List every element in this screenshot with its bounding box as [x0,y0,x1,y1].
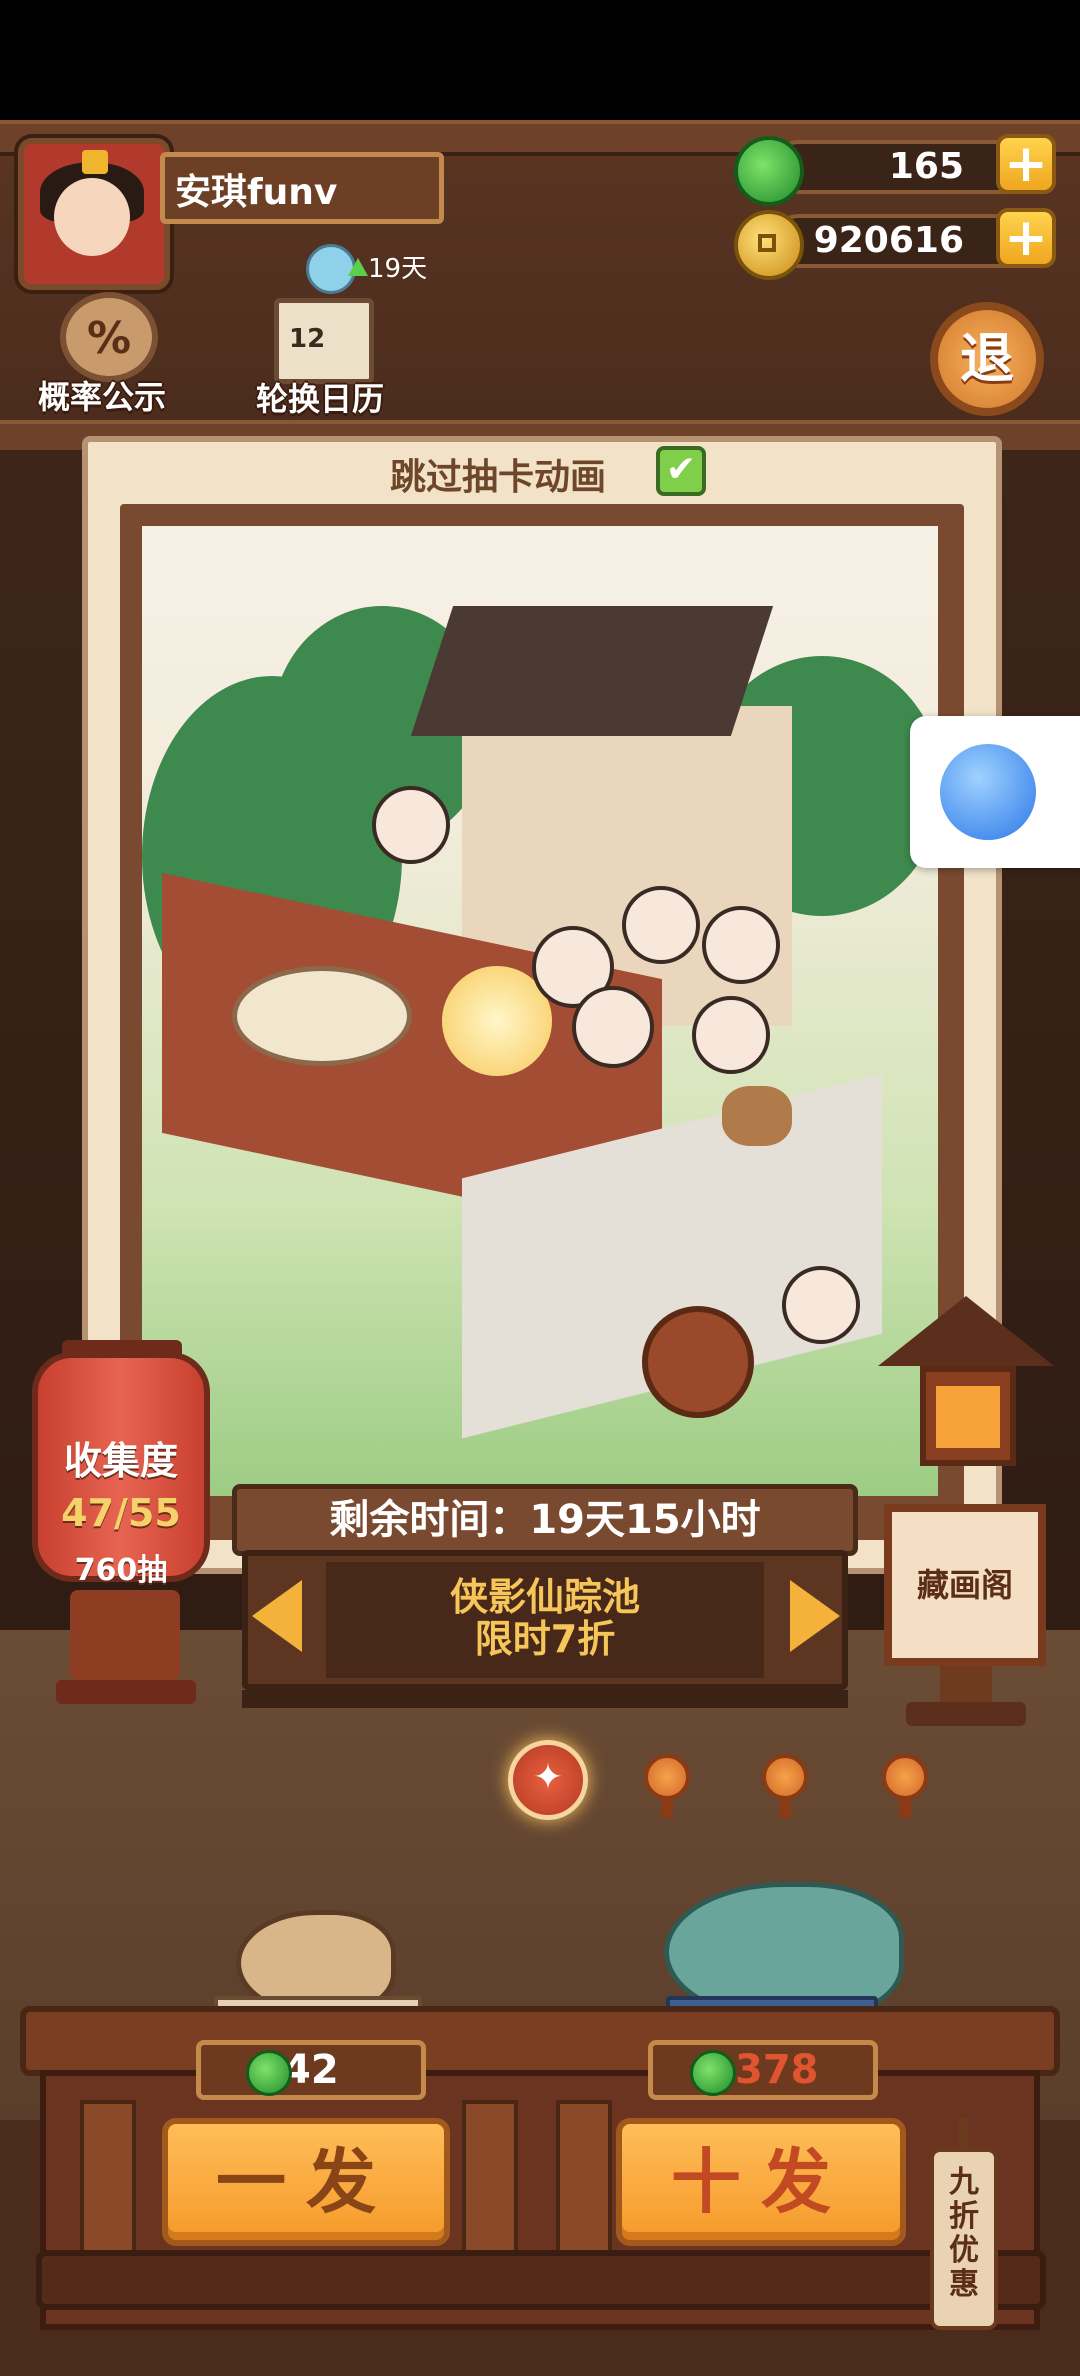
pool-title: 侠影仙踪池 [449,1575,640,1619]
collection-lantern[interactable]: 收集度 47/55 760抽 [32,1352,210,1588]
player-name: 安琪funv [160,152,444,224]
ten-draw-button[interactable]: 十发 [616,2118,906,2246]
lantern-foot [56,1680,196,1704]
exit-button[interactable]: 退 [930,302,1044,416]
indicator-tassel [899,1796,911,1818]
gold-coin-icon [734,210,804,280]
indicator-tassel [661,1796,673,1818]
player-avatar[interactable] [18,138,170,290]
single-draw-button[interactable]: 一发 [162,2118,450,2246]
pavilion-foot [906,1702,1026,1726]
dog-illustration [722,1086,792,1146]
roof-illustration [410,606,774,736]
add-gems-button[interactable]: + [996,134,1056,194]
probability-icon[interactable]: % [60,292,158,382]
pool-name: 侠影仙踪池 限时7折 [326,1562,764,1660]
pull-count: 760抽 [74,1553,168,1588]
page-indicator[interactable] [762,1754,808,1800]
banner-rail [242,1690,848,1708]
counter-base [36,2250,1046,2310]
jade-gem-icon [246,2050,292,2096]
character-illustration [692,996,770,1074]
ten-draw-cost: 378 [648,2040,878,2100]
character-illustration [702,906,780,984]
discount-tag: 九折优惠 [930,2148,998,2330]
page-indicator[interactable] [644,1754,690,1800]
drum-illustration [642,1306,754,1418]
indicator-tassel [779,1796,791,1818]
skip-animation-checkbox[interactable]: ✔ [656,446,706,496]
previous-pool-arrow-icon[interactable] [252,1580,302,1652]
calendar-icon[interactable]: 12 [274,298,374,384]
dish-illustration [232,966,412,1066]
up-arrow-icon [348,258,368,276]
page-indicator[interactable] [882,1754,928,1800]
collection-progress: 47/55 [61,1491,181,1535]
rotation-calendar-label[interactable]: 轮换日历 [256,374,384,420]
probability-label[interactable]: 概率公示 [38,372,166,418]
character-illustration [572,986,654,1068]
lantern-stand [70,1590,180,1680]
next-pool-arrow-icon[interactable] [790,1580,840,1652]
character-illustration [372,786,450,864]
add-coins-button[interactable]: + [996,208,1056,268]
days-counter: 19天 [368,254,428,284]
status-bar-area [0,0,1080,120]
lamp-glow [936,1386,1000,1448]
remaining-time: 剩余时间：19天15小时 [232,1484,858,1556]
planet-icon [940,744,1036,840]
skip-animation-label[interactable]: 跳过抽卡动画 [390,448,606,500]
character-illustration [622,886,700,964]
floating-assistant-button[interactable] [910,716,1080,868]
counter-top [20,2006,1060,2076]
gallery-button[interactable]: 藏画阁 [884,1504,1046,1666]
jade-gem-icon [690,2050,736,2096]
card-illustration [142,526,938,1496]
single-draw-cost: 42 [196,2040,426,2100]
character-illustration [782,1266,860,1344]
jade-gem-icon [734,136,804,206]
collection-title: 收集度 [63,1439,178,1483]
pool-discount: 限时7折 [474,1617,616,1661]
page-indicator-active[interactable]: ✦ [508,1740,588,1820]
